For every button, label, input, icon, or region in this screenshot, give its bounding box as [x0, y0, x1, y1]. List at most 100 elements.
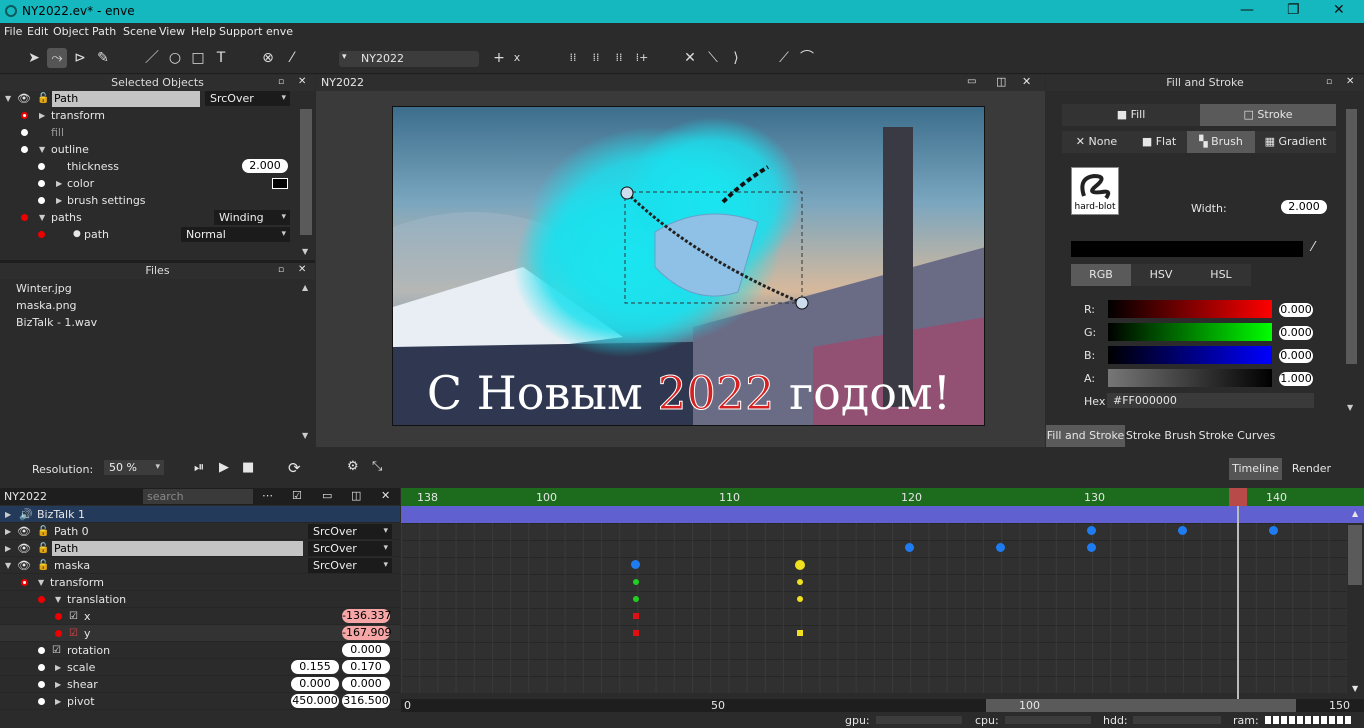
collapse-icon[interactable]: ▼ [39, 209, 45, 226]
track-row-biztalk[interactable]: ▶ 🔊 BizTalk 1 [0, 506, 400, 523]
y-value-input[interactable]: -167.909 [342, 626, 391, 640]
a-input[interactable]: 1.000 [1279, 372, 1313, 386]
curve-segment-icon[interactable]: ⌒ [797, 48, 817, 68]
tree-row-thickness[interactable]: thickness 2.000 [0, 158, 300, 175]
canvas-tab[interactable]: NY2022 [321, 76, 364, 89]
panel-close-icon[interactable]: ✕ [381, 489, 390, 502]
speaker-icon[interactable]: 🔊 [19, 506, 33, 523]
path-label[interactable]: Path [52, 541, 303, 556]
float-icon[interactable]: ▫ [1326, 77, 1332, 87]
blend-mode-select[interactable]: SrcOver [308, 541, 392, 556]
scrollbar-thumb[interactable] [1346, 109, 1357, 364]
scrollbar-thumb[interactable] [300, 109, 312, 235]
eyedropper-icon[interactable]: ⁄ [1312, 240, 1314, 255]
blend-mode-select[interactable]: SrcOver [308, 524, 392, 539]
width-input[interactable]: 2.000 [1281, 200, 1327, 214]
point-transform-tool-icon[interactable]: ⤳ [47, 48, 67, 68]
keyframe-record-icon[interactable] [21, 579, 28, 586]
search-input[interactable]: search [143, 489, 253, 504]
collapse-icon[interactable]: ▼ [5, 90, 11, 107]
fill-tab[interactable]: ■ Fill [1062, 104, 1200, 126]
menu-scene[interactable]: Scene [123, 25, 157, 38]
playhead-handle[interactable] [1229, 488, 1247, 506]
r-input[interactable]: 0.000 [1279, 303, 1313, 317]
red-slider[interactable] [1108, 300, 1272, 318]
eye-icon[interactable]: 👁 [17, 557, 31, 574]
frame-ruler[interactable]: 138 100 110 120 130 140 [401, 488, 1364, 506]
timeline-tab[interactable]: Timeline [1229, 458, 1282, 480]
eye-icon[interactable]: 👁 [17, 90, 31, 107]
scale-y-input[interactable]: 0.170 [342, 660, 390, 674]
checkbox-icon[interactable]: ☑ [292, 489, 302, 502]
blend-mode-select[interactable]: SrcOver [205, 91, 290, 106]
scene-selector[interactable]: ▾ NY2022 [339, 51, 479, 67]
lock-icon[interactable]: 🔓 [37, 557, 49, 574]
play-icon[interactable]: ▶ [219, 460, 229, 475]
keyframe-dot-icon[interactable] [38, 180, 45, 187]
b-input[interactable]: 0.000 [1279, 349, 1313, 363]
hex-input[interactable]: #FF000000 [1107, 393, 1314, 408]
paint-gradient-button[interactable]: ▦ Gradient [1255, 131, 1336, 153]
expand-icon[interactable]: ▶ [55, 659, 61, 676]
expand-icon[interactable]: ▶ [5, 523, 11, 540]
track-row-rotation[interactable]: ☑ rotation 0.000 [0, 642, 400, 659]
panel-close-icon[interactable]: ✕ [298, 264, 306, 275]
track-row-scale[interactable]: ▶ scale 0.155 0.170 [0, 659, 400, 676]
pivot-y-input[interactable]: 316.500 [342, 694, 390, 708]
scroll-down-icon[interactable]: ▼ [1347, 403, 1353, 412]
maximize-icon[interactable]: ❐ [1287, 2, 1300, 18]
hsl-tab[interactable]: HSL [1191, 264, 1251, 286]
hsv-tab[interactable]: HSV [1131, 264, 1191, 286]
color-swatch[interactable] [272, 178, 288, 189]
tree-row-fill[interactable]: fill [0, 124, 300, 141]
minimize-icon[interactable]: — [1240, 2, 1254, 18]
scroll-down-icon[interactable]: ▼ [1352, 684, 1358, 693]
keyframe[interactable] [631, 560, 640, 569]
remove-scene-button[interactable]: x [507, 48, 527, 68]
expand-icon[interactable]: ▶ [55, 693, 61, 710]
menu-support[interactable]: Support enve [219, 25, 293, 38]
paint-brush-tool-icon[interactable]: ／ [142, 48, 162, 68]
tree-row-brush-settings[interactable]: ▶ brush settings [0, 192, 300, 209]
object-name[interactable]: Path [52, 91, 200, 107]
keyframe[interactable] [795, 560, 805, 570]
menu-file[interactable]: File [4, 25, 22, 38]
shear-y-input[interactable]: 0.000 [342, 677, 390, 691]
keyframe-dot-icon[interactable] [38, 163, 45, 170]
track-row-shear[interactable]: ▶ shear 0.000 0.000 [0, 676, 400, 693]
segment-curve-icon[interactable]: ⟩ [726, 48, 746, 68]
expand-icon[interactable]: ▶ [5, 506, 11, 523]
track-row-translation[interactable]: ▼ translation [0, 591, 400, 608]
graph-toggle-icon[interactable]: ☑ [52, 642, 61, 659]
alpha-slider[interactable] [1108, 369, 1272, 387]
eye-icon[interactable]: 👁 [17, 523, 31, 540]
menu-view[interactable]: View [159, 25, 185, 38]
tree-row-color[interactable]: ▶ color [0, 175, 300, 192]
rectangle-tool-icon[interactable]: □ [188, 48, 208, 68]
lock-icon[interactable]: 🔓 [37, 90, 49, 107]
blue-slider[interactable] [1108, 346, 1272, 364]
track-row-x[interactable]: ☑ x -136.337 [0, 608, 400, 625]
keyframe[interactable] [633, 630, 639, 636]
file-item[interactable]: Winter.jpg [16, 282, 72, 295]
play-from-start-icon[interactable]: ⏯ [194, 460, 204, 475]
keyframe[interactable] [1087, 526, 1096, 535]
keyframe[interactable] [633, 579, 639, 585]
circle-tool-icon[interactable]: ○ [165, 48, 185, 68]
keyframe-dot-icon[interactable] [21, 214, 28, 221]
thickness-input[interactable]: 2.000 [242, 159, 288, 173]
rgb-tab[interactable]: RGB [1071, 264, 1131, 286]
file-item[interactable]: BizTalk - 1.wav [16, 316, 97, 329]
menu-path[interactable]: Path [92, 25, 116, 38]
keyframe-dot-icon[interactable] [21, 146, 28, 153]
node-ctrl-2-icon[interactable]: ⁞⁞ [586, 48, 606, 68]
collapse-icon[interactable]: ▼ [39, 141, 45, 158]
expand-icon[interactable]: ▶ [5, 540, 11, 557]
keyframe-dot-icon[interactable] [55, 630, 62, 637]
lock-icon[interactable]: 🔓 [37, 540, 49, 557]
expand-icon[interactable]: ▶ [55, 676, 61, 693]
segment-line-icon[interactable]: ⟍ [703, 48, 723, 68]
keyframe-dot-icon[interactable] [38, 698, 45, 705]
keyframe[interactable] [905, 543, 914, 552]
tree-row-paths[interactable]: ▼ paths Winding [0, 209, 300, 226]
